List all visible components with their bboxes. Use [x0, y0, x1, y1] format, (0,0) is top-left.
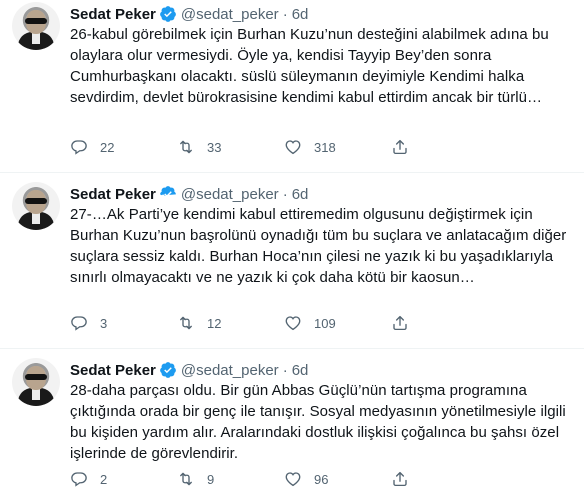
reply-icon: [71, 472, 87, 487]
verified-badge-icon: [160, 186, 176, 198]
tweet-header: Sedat Peker @sedat_peker · 6d: [70, 4, 308, 24]
verified-badge-icon: [160, 362, 176, 378]
tweet-text: 26-kabul görebilmek için Burhan Kuzu’nun…: [70, 26, 549, 106]
retweet-icon: [180, 140, 192, 154]
retweet-count: 12: [207, 315, 222, 331]
tweet-text: 27-…Ak Parti’ye kendimi kabul ettiremedi…: [70, 206, 567, 286]
avatar[interactable]: [12, 2, 60, 50]
tweet[interactable]: Sedat Peker @sedat_peker · 6d 27-…Ak Par…: [0, 180, 584, 344]
reply-count: 2: [100, 471, 108, 487]
separator-dot: ·: [282, 5, 288, 23]
handle[interactable]: @sedat_peker: [181, 362, 279, 379]
separator-dot: ·: [282, 185, 288, 203]
reply-icon: [71, 140, 87, 155]
verified-badge-icon: [160, 6, 176, 22]
tweet-text: 28-daha parçası oldu. Bir gün Abbas Güçl…: [70, 382, 566, 462]
tweet-actions: 2 9 96: [70, 470, 510, 490]
share-button[interactable]: [391, 314, 421, 332]
retweet-count: 33: [207, 139, 222, 155]
reply-count: 22: [100, 139, 115, 155]
reply-button[interactable]: 3: [70, 314, 107, 332]
share-icon: [393, 139, 407, 155]
like-count: 109: [314, 315, 336, 331]
retweet-button[interactable]: 9: [177, 470, 214, 488]
retweet-button[interactable]: 33: [177, 138, 221, 156]
tweet-header: Sedat Peker @sedat_peker · 6d: [70, 360, 308, 380]
handle[interactable]: @sedat_peker: [181, 186, 279, 203]
retweet-icon: [180, 472, 192, 486]
reply-button[interactable]: 2: [70, 470, 107, 488]
reply-count: 3: [100, 315, 108, 331]
reply-icon: [71, 316, 87, 331]
divider: [0, 348, 584, 349]
display-name[interactable]: Sedat Peker: [70, 6, 156, 23]
tweet[interactable]: Sedat Peker @sedat_peker · 6d 28-daha pa…: [0, 356, 584, 498]
like-count: 318: [314, 139, 336, 155]
like-button[interactable]: 318: [284, 138, 336, 156]
handle[interactable]: @sedat_peker: [181, 6, 279, 23]
share-icon: [393, 315, 407, 331]
tweet-header: Sedat Peker @sedat_peker · 6d: [70, 184, 308, 204]
tweet-actions: 3 12 109: [70, 314, 510, 334]
tweet-actions: 22 33 318: [70, 138, 510, 158]
timestamp[interactable]: 6d: [292, 362, 309, 379]
timestamp[interactable]: 6d: [292, 186, 309, 203]
avatar[interactable]: [12, 182, 60, 230]
share-icon: [393, 471, 407, 487]
like-icon: [285, 472, 301, 487]
like-icon: [285, 316, 301, 331]
reply-button[interactable]: 22: [70, 138, 114, 156]
like-icon: [285, 140, 301, 155]
like-button[interactable]: 96: [284, 470, 328, 488]
divider: [0, 172, 584, 173]
retweet-button[interactable]: 12: [177, 314, 221, 332]
tweet[interactable]: Sedat Peker @sedat_peker · 6d 26-kabul g…: [0, 0, 584, 168]
timestamp[interactable]: 6d: [292, 6, 309, 23]
like-count: 96: [314, 471, 329, 487]
separator-dot: ·: [282, 361, 288, 379]
display-name[interactable]: Sedat Peker: [70, 186, 156, 203]
like-button[interactable]: 109: [284, 314, 336, 332]
display-name[interactable]: Sedat Peker: [70, 362, 156, 379]
share-button[interactable]: [391, 470, 421, 488]
retweet-count: 9: [207, 471, 215, 487]
retweet-icon: [180, 316, 192, 330]
share-button[interactable]: [391, 138, 421, 156]
avatar[interactable]: [12, 358, 60, 406]
